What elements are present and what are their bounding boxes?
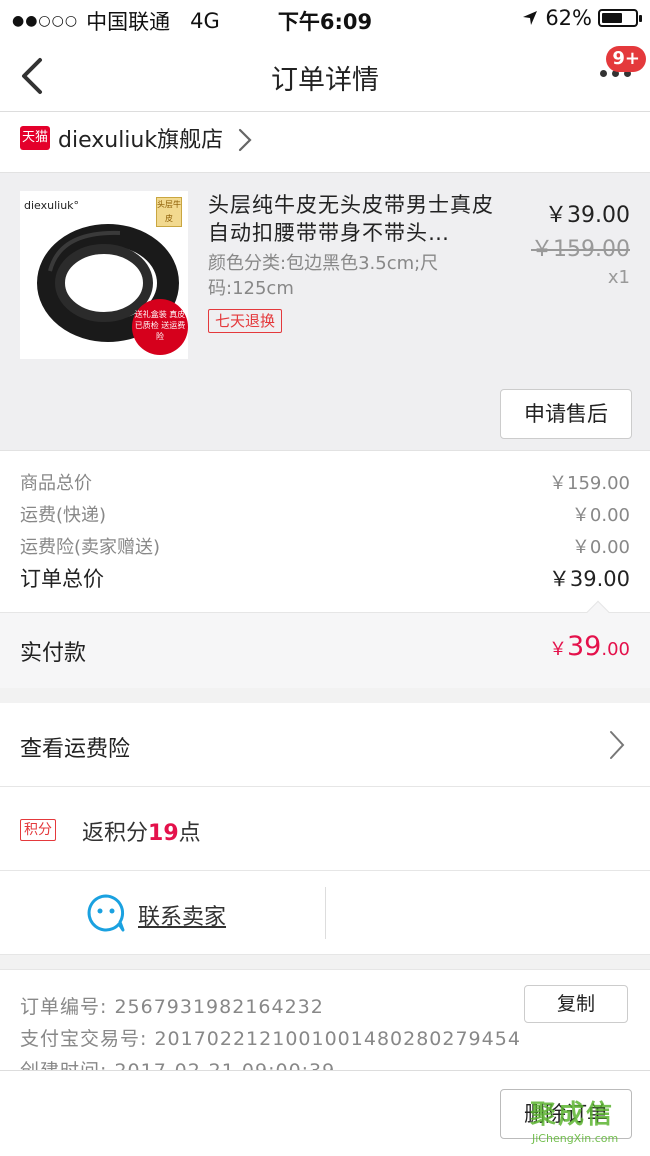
alipay-transaction-number: 支付宝交易号: 2017022121001001480280279454	[20, 1028, 521, 1050]
summary-label: 运费险(卖家赠送)	[20, 537, 161, 558]
status-bar: ●●○○○ 中国联通 4G 下午6:09 62%	[0, 0, 650, 38]
view-insurance-label: 查看运费险	[20, 737, 131, 762]
summary-row-goods: 商品总价 ￥159.00	[20, 469, 630, 499]
order-number: 订单编号: 2567931982164232	[20, 996, 324, 1018]
paid-currency: ￥	[549, 639, 567, 660]
summary-value: ￥0.00	[571, 537, 630, 558]
order-detail-screen: ●●○○○ 中国联通 4G 下午6:09 62% 订单详情 9+ 天猫 diex…	[0, 0, 650, 1156]
status-right: 62%	[521, 6, 642, 30]
tmall-logo-icon: 天猫	[20, 126, 50, 150]
summary-row-insurance: 运费险(卖家赠送) ￥0.00	[20, 533, 630, 563]
view-shipping-insurance[interactable]: 查看运费险	[0, 703, 650, 787]
points-prefix: 返积分	[82, 821, 149, 846]
paid-decimal: .00	[601, 639, 630, 660]
battery-percent: 62%	[545, 6, 592, 30]
product-quantity: x1	[607, 267, 630, 288]
product-price: ￥39.00	[545, 203, 630, 228]
product-sku: 颜色分类:包边黑色3.5cm;尺码:125cm	[208, 253, 439, 299]
shop-name[interactable]: diexuliuk旗舰店	[58, 122, 223, 154]
paid-amount: ￥39.00	[549, 631, 630, 662]
summary-label: 运费(快递)	[20, 505, 107, 526]
summary-row-shipping: 运费(快递) ￥0.00	[20, 501, 630, 531]
product-thumbnail[interactable]: diexuliuk° 头层牛皮 送礼盒装 真皮已质检 送运费险	[20, 191, 188, 359]
summary-value: ￥0.00	[571, 505, 630, 526]
points-text: 返积分19点	[82, 815, 201, 847]
return-policy-tag: 七天退换	[208, 309, 283, 333]
summary-label: 商品总价	[20, 473, 92, 494]
location-arrow-icon	[523, 11, 538, 25]
price-summary: 商品总价 ￥159.00 运费(快递) ￥0.00 运费险(卖家赠送) ￥0.0…	[0, 450, 650, 612]
paid-integer: 39	[567, 631, 602, 662]
copy-button[interactable]: 复制	[524, 985, 628, 1023]
points-suffix: 点	[178, 821, 201, 846]
after-sale-button[interactable]: 申请售后	[500, 389, 632, 439]
contact-row: 联系卖家	[0, 871, 650, 955]
message-badge: 9+	[606, 46, 646, 72]
points-number: 19	[148, 821, 179, 846]
summary-value: ￥159.00	[549, 473, 630, 494]
order-info: 订单编号: 2567931982164232 支付宝交易号: 201702212…	[0, 969, 650, 1079]
battery-level	[602, 13, 622, 23]
watermark-logo: 聚成信	[530, 1100, 615, 1130]
nav-bar: 订单详情 9+	[0, 38, 650, 112]
thumbnail-seal: 送礼盒装 真皮已质检 送运费险	[132, 299, 188, 355]
order-total-value: ￥39.00	[548, 567, 630, 591]
watermark-url: JiChengXin.com	[532, 1132, 619, 1145]
page-title: 订单详情	[271, 65, 379, 96]
points-tag: 积分	[20, 819, 56, 841]
battery-icon	[598, 9, 642, 27]
points-row: 积分 返积分19点	[0, 787, 650, 871]
product-title[interactable]: 头层纯牛皮无头皮带男士真皮自动扣腰带带身不带头…	[208, 191, 498, 247]
product-original-price: ￥159.00	[531, 237, 630, 262]
paid-label: 实付款	[20, 641, 87, 666]
product-item[interactable]: diexuliuk° 头层牛皮 送礼盒装 真皮已质检 送运费险 头层纯牛皮无头皮…	[0, 172, 650, 450]
paid-amount-row: 实付款 ￥39.00	[0, 600, 650, 688]
chevron-right-icon	[610, 731, 625, 759]
divider	[325, 887, 326, 939]
watermark: 聚成信 JiChengXin.com	[526, 1092, 644, 1152]
chat-face-icon[interactable]	[86, 893, 126, 933]
shop-row[interactable]: 天猫 diexuliuk旗舰店	[0, 112, 650, 172]
chevron-right-icon	[238, 128, 252, 152]
contact-seller-link[interactable]: 联系卖家	[138, 899, 226, 931]
order-total-label: 订单总价	[20, 567, 104, 591]
bottom-bar: 删除订单 聚成信 JiChengXin.com	[0, 1070, 650, 1156]
summary-row-total: 订单总价 ￥39.00	[20, 563, 630, 593]
